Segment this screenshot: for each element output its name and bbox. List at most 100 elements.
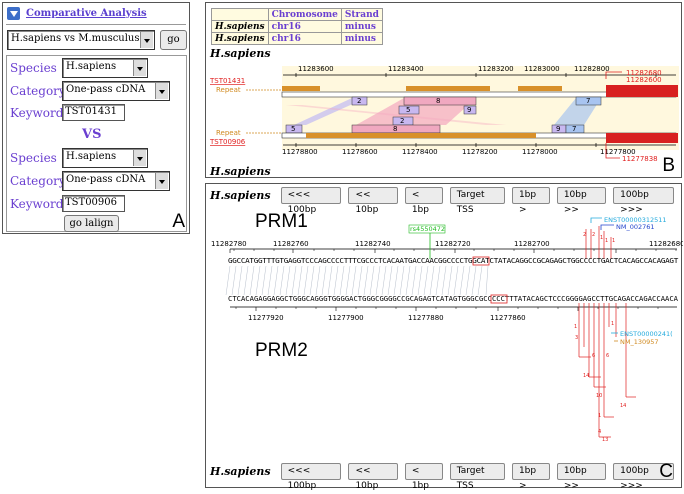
species-label-top: H.sapiens: [210, 47, 271, 60]
target-tss-button[interactable]: Target TSS: [449, 463, 505, 491]
exon-block-bottom: [606, 133, 678, 143]
category-label: Category: [10, 174, 66, 188]
top-ruler-label: 11282780: [211, 240, 247, 248]
block-label: 2: [357, 97, 361, 105]
tss-count: 2: [592, 232, 595, 238]
tss-count: 14: [620, 403, 626, 409]
table-row: H.sapiens chr16 minus: [211, 32, 383, 45]
bottom-tick-label: 11278000: [522, 148, 558, 156]
table-header-row: Chromosome Strand: [211, 8, 383, 21]
chevron-down-icon: [155, 83, 168, 99]
bottom-ruler-label: 11277880: [408, 314, 444, 322]
tss-count: 1: [611, 321, 614, 327]
bottom-red-label: 11277838: [622, 155, 658, 161]
forward-100bp-button[interactable]: 100bp >>>: [613, 187, 675, 215]
table-header-cell: Strand: [340, 8, 383, 21]
tss-count: 1: [574, 324, 577, 330]
back-10bp-button[interactable]: << 10bp: [348, 463, 398, 491]
block-label: 5: [291, 125, 295, 133]
go-lalign-button[interactable]: go lalign: [64, 215, 119, 232]
species-select-1[interactable]: H.sapiens: [62, 58, 148, 78]
back-10bp-button[interactable]: << 10bp: [348, 187, 398, 215]
alignment-map-panel: Chromosome Strand H.sapiens chr16 minus …: [205, 2, 682, 178]
top-red-label: 11282600: [626, 76, 662, 84]
top-ruler-ticks: [229, 249, 677, 253]
species-label: Species: [10, 151, 57, 165]
chevron-down-icon: [133, 150, 146, 166]
bottom-ruler-label: 11277900: [328, 314, 364, 322]
category-label: Category: [10, 84, 66, 98]
bottom-ruler-label: 11277860: [490, 314, 526, 322]
tss-count: 6: [592, 353, 595, 359]
top-tick-label: 11283000: [524, 65, 560, 73]
divider: [6, 24, 186, 25]
back-1bp-button[interactable]: < 1bp: [404, 187, 443, 215]
locus-table: Chromosome Strand H.sapiens chr16 minus …: [211, 8, 383, 45]
comparison-select[interactable]: H.sapiens vs M.musculus: [7, 30, 155, 50]
transcript-arrow-icon: [590, 217, 602, 223]
table-header-cell: [211, 8, 269, 21]
tss-count: 6: [606, 353, 609, 359]
bottom-tick-label: 11278200: [462, 148, 498, 156]
bottom-tick-label: 11278400: [402, 148, 438, 156]
genome-alignment-map: 11283600 11283400 11283200 11283000 1128…: [209, 65, 679, 161]
comparative-analysis-panel: Comparative Analysis H.sapiens vs M.musc…: [2, 2, 190, 234]
species-label: H.sapiens: [210, 465, 271, 478]
tss-count: 1: [598, 413, 601, 419]
keyword-input-2[interactable]: TST00906: [62, 195, 125, 212]
top-tick-label: 11283200: [478, 65, 514, 73]
back-100bp-button[interactable]: <<< 100bp: [280, 463, 342, 491]
clone-link-2[interactable]: TST00906: [209, 138, 246, 146]
chevron-down-icon: [140, 32, 153, 48]
top-ruler-label: 11282760: [273, 240, 309, 248]
forward-10bp-button[interactable]: 10bp >>: [556, 463, 607, 491]
tss-count: 10: [596, 393, 602, 399]
target-tss-button[interactable]: Target TSS: [449, 187, 505, 215]
query-form: Species H.sapiens Category One-pass cDNA…: [6, 55, 187, 232]
collapse-triangle-icon[interactable]: [7, 7, 20, 20]
block-label: 8: [393, 125, 397, 133]
panel-label-a: A: [172, 211, 185, 232]
keyword-label: Keyword: [10, 197, 64, 211]
sequence-alignment-panel: H.sapiens <<< 100bp << 10bp < 1bp Target…: [205, 183, 683, 491]
back-100bp-button[interactable]: <<< 100bp: [280, 187, 342, 215]
category-select-1[interactable]: One-pass cDNA: [62, 81, 170, 101]
table-cell: H.sapiens: [211, 32, 269, 45]
keyword-input-1[interactable]: TST01431: [62, 104, 125, 121]
tss-count: 14: [583, 373, 589, 379]
tss-marker-group-bottom: [578, 303, 636, 438]
bottom-ruler-ticks: [235, 307, 659, 311]
tss-count: 4: [598, 429, 601, 435]
species-label-bottom: H.sapiens: [210, 165, 271, 178]
species-select-2[interactable]: H.sapiens: [62, 148, 148, 168]
chevron-down-icon: [155, 173, 168, 189]
table-cell: chr16: [267, 32, 342, 45]
forward-10bp-button[interactable]: 10bp >>: [556, 187, 607, 215]
refseq-label: NM_002761: [616, 223, 655, 231]
repeat-block: [518, 86, 562, 91]
top-ruler-label: 11282680: [649, 240, 683, 248]
table-cell: minus: [340, 20, 383, 33]
forward-1bp-button[interactable]: 1bp >: [511, 187, 550, 215]
table-cell: minus: [340, 32, 383, 45]
keyword-label: Keyword: [10, 106, 64, 120]
tss-count: 3: [575, 335, 578, 341]
vs-label: VS: [82, 127, 102, 142]
clone-link-1[interactable]: TST01431: [209, 77, 245, 85]
tss-count: 2: [583, 232, 586, 238]
repeat-label-bottom: Repeat: [216, 129, 241, 137]
table-cell: chr16: [267, 20, 342, 33]
table-cell: H.sapiens: [211, 20, 269, 33]
alignment-links: [225, 265, 489, 296]
repeat-label-top: Repeat: [216, 86, 241, 94]
prm2-label: PRM2: [255, 340, 308, 361]
refseq-label: NM_130957: [620, 338, 659, 346]
back-1bp-button[interactable]: < 1bp: [404, 463, 443, 491]
sequence-bottom: CTCACAGAGGAGGCTGGGCAGGGTGGGGACTGGGCGGGGC…: [228, 295, 679, 303]
category-select-2[interactable]: One-pass cDNA: [62, 171, 170, 191]
block-label: 7: [586, 97, 590, 105]
tss-count: 1: [600, 235, 603, 241]
comparative-analysis-link[interactable]: Comparative Analysis: [26, 8, 147, 19]
go-button[interactable]: go: [160, 30, 187, 50]
forward-1bp-button[interactable]: 1bp >: [511, 463, 550, 491]
